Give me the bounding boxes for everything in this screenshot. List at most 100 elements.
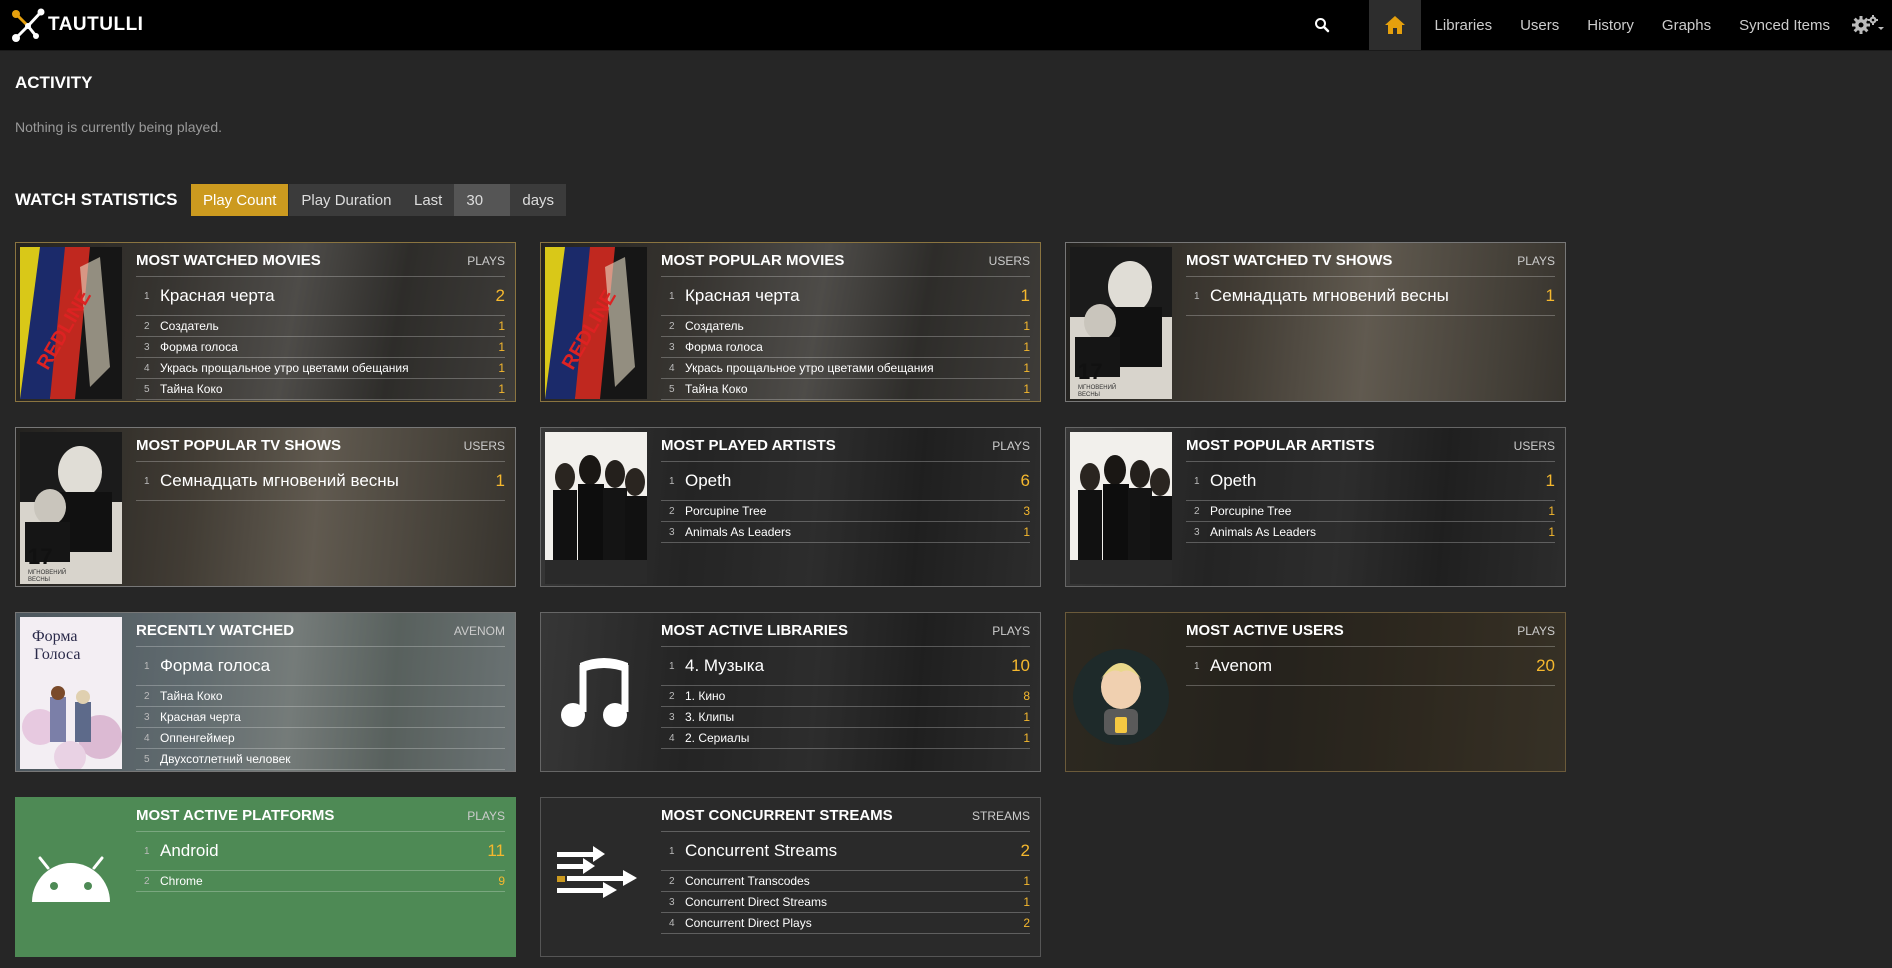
list-item[interactable]: 3 Concurrent Direct Streams 1 xyxy=(661,892,1030,913)
card-poster[interactable] xyxy=(545,802,647,954)
item-count: 3 xyxy=(1023,504,1030,518)
list-item[interactable]: 2 Porcupine Tree 1 xyxy=(1186,501,1555,522)
card-poster[interactable]: REDLINE xyxy=(20,247,122,399)
list-item-top[interactable]: 1 Opeth 1 xyxy=(1186,462,1555,501)
card-poster[interactable]: 17 МГНОВЕНИЙ ВЕСНЫ xyxy=(20,432,122,584)
stat-card[interactable]: REDLINE MOST WATCHED MOVIES PLAYS 1 Крас… xyxy=(15,242,516,402)
card-poster[interactable] xyxy=(20,802,122,954)
stat-card[interactable]: MOST ACTIVE USERS PLAYS 1 Avenom 20 xyxy=(1065,612,1566,772)
list-item[interactable]: 2 Chrome 9 xyxy=(136,871,505,892)
card-title[interactable]: MOST ACTIVE LIBRARIES xyxy=(661,622,848,639)
item-rank: 4 xyxy=(669,362,675,374)
stat-card[interactable]: MOST ACTIVE PLATFORMS PLAYS 1 Android 11… xyxy=(15,797,516,957)
card-poster[interactable] xyxy=(545,432,647,584)
card-poster[interactable] xyxy=(1070,617,1172,769)
list-item-top[interactable]: 1 Форма голоса xyxy=(136,647,505,686)
play-count-button[interactable]: Play Count xyxy=(191,184,289,216)
nav-synced-items[interactable]: Synced Items xyxy=(1725,0,1844,50)
list-item[interactable]: 3 Animals As Leaders 1 xyxy=(1186,522,1555,543)
item-count: 8 xyxy=(1023,689,1030,703)
list-item[interactable]: 2 1. Кино 8 xyxy=(661,686,1030,707)
card-title[interactable]: MOST POPULAR ARTISTS xyxy=(1186,437,1375,454)
card-unit-label: PLAYS xyxy=(467,808,505,823)
card-poster[interactable]: 17 МГНОВЕНИЙ ВЕСНЫ xyxy=(1070,247,1172,399)
svg-text:МГНОВЕНИЙ: МГНОВЕНИЙ xyxy=(28,568,66,576)
activity-empty-text: Nothing is currently being played. xyxy=(15,119,223,135)
card-poster[interactable] xyxy=(545,617,647,769)
stat-card[interactable]: 17 МГНОВЕНИЙ ВЕСНЫ MOST WATCHED TV SHOWS… xyxy=(1065,242,1566,402)
list-item[interactable]: 4 Concurrent Direct Plays 2 xyxy=(661,913,1030,934)
item-count: 1 xyxy=(1545,471,1555,490)
list-item[interactable]: 3 Форма голоса 1 xyxy=(136,337,505,358)
card-title[interactable]: MOST CONCURRENT STREAMS xyxy=(661,807,893,824)
card-title[interactable]: MOST ACTIVE PLATFORMS xyxy=(136,807,334,824)
search-button[interactable] xyxy=(1297,0,1347,50)
item-name: Укрась прощальное утро цветами обещания xyxy=(160,361,409,375)
item-count: 2 xyxy=(1023,916,1030,930)
list-item[interactable]: 4 Укрась прощальное утро цветами обещани… xyxy=(661,358,1030,379)
list-item-top[interactable]: 1 Opeth 6 xyxy=(661,462,1030,501)
list-item[interactable]: 3 Форма голоса 1 xyxy=(661,337,1030,358)
list-item[interactable]: 4 Укрась прощальное утро цветами обещани… xyxy=(136,358,505,379)
list-item-top[interactable]: 1 Android 11 xyxy=(136,832,505,871)
list-item-top[interactable]: 1 Concurrent Streams 2 xyxy=(661,832,1030,871)
list-item-top[interactable]: 1 Семнадцать мгновений весны 1 xyxy=(1186,277,1555,316)
list-item[interactable]: 3 Красная черта xyxy=(136,707,505,728)
stats-type-toggle: Play Count Play Duration xyxy=(191,184,404,216)
list-item-top[interactable]: 1 Avenom 20 xyxy=(1186,647,1555,686)
list-item-top[interactable]: 1 Красная черта 2 xyxy=(136,277,505,316)
item-name: Avenom xyxy=(1210,656,1273,675)
stat-card[interactable]: MOST POPULAR ARTISTS USERS 1 Opeth 1 2 P… xyxy=(1065,427,1566,587)
list-item[interactable]: 3 3. Клипы 1 xyxy=(661,707,1030,728)
list-item[interactable]: 2 Concurrent Transcodes 1 xyxy=(661,871,1030,892)
card-header: MOST WATCHED MOVIES PLAYS xyxy=(136,243,505,277)
nav-libraries[interactable]: Libraries xyxy=(1421,0,1507,50)
card-title[interactable]: MOST POPULAR MOVIES xyxy=(661,252,844,269)
card-title[interactable]: RECENTLY WATCHED xyxy=(136,622,294,639)
card-body: MOST ACTIVE USERS PLAYS 1 Avenom 20 xyxy=(1186,613,1555,771)
nav-users[interactable]: Users xyxy=(1506,0,1573,50)
item-rank: 2 xyxy=(669,505,675,517)
stat-card[interactable]: REDLINE MOST POPULAR MOVIES USERS 1 Крас… xyxy=(540,242,1041,402)
stat-card[interactable]: 17 МГНОВЕНИЙ ВЕСНЫ MOST POPULAR TV SHOWS… xyxy=(15,427,516,587)
list-item[interactable]: 2 Porcupine Tree 3 xyxy=(661,501,1030,522)
card-title[interactable]: MOST WATCHED MOVIES xyxy=(136,252,321,269)
list-item[interactable]: 5 Тайна Коко 1 xyxy=(661,379,1030,400)
nav-graphs[interactable]: Graphs xyxy=(1648,0,1725,50)
stat-card[interactable]: MOST PLAYED ARTISTS PLAYS 1 Opeth 6 2 Po… xyxy=(540,427,1041,587)
list-item[interactable]: 5 Тайна Коко 1 xyxy=(136,379,505,400)
card-title[interactable]: MOST ACTIVE USERS xyxy=(1186,622,1344,639)
stat-card[interactable]: MOST CONCURRENT STREAMS STREAMS 1 Concur… xyxy=(540,797,1041,957)
days-input[interactable]: 30 xyxy=(454,184,511,216)
list-item[interactable]: 2 Создатель 1 xyxy=(136,316,505,337)
card-poster[interactable]: Форма Голоса xyxy=(20,617,122,769)
list-item[interactable]: 2 Тайна Коко xyxy=(136,686,505,707)
list-item[interactable]: 3 Animals As Leaders 1 xyxy=(661,522,1030,543)
item-count: 10 xyxy=(1011,656,1030,675)
list-item-top[interactable]: 1 4. Музыка 10 xyxy=(661,647,1030,686)
list-item-top[interactable]: 1 Красная черта 1 xyxy=(661,277,1030,316)
item-name: Animals As Leaders xyxy=(1210,525,1317,539)
card-poster[interactable] xyxy=(1070,432,1172,584)
list-item-top[interactable]: 1 Семнадцать мгновений весны 1 xyxy=(136,462,505,501)
home-nav-button[interactable] xyxy=(1368,0,1421,50)
card-body: MOST POPULAR TV SHOWS USERS 1 Семнадцать… xyxy=(136,428,505,586)
nav-history[interactable]: History xyxy=(1573,0,1648,50)
card-title[interactable]: MOST PLAYED ARTISTS xyxy=(661,437,836,454)
list-item[interactable]: 4 2. Сериалы 1 xyxy=(661,728,1030,749)
item-name: Concurrent Transcodes xyxy=(685,874,810,888)
card-title[interactable]: MOST WATCHED TV SHOWS xyxy=(1186,252,1392,269)
card-poster[interactable]: REDLINE xyxy=(545,247,647,399)
list-item[interactable]: 4 Оппенгеймер xyxy=(136,728,505,749)
list-item[interactable]: 2 Создатель 1 xyxy=(661,316,1030,337)
card-title[interactable]: MOST POPULAR TV SHOWS xyxy=(136,437,341,454)
stat-card[interactable]: MOST ACTIVE LIBRARIES PLAYS 1 4. Музыка … xyxy=(540,612,1041,772)
list-item[interactable]: 5 Двухсотлетний человек xyxy=(136,749,505,770)
brand-logo[interactable]: TAUTULLI xyxy=(8,6,143,44)
item-count: 1 xyxy=(498,382,505,396)
play-duration-button[interactable]: Play Duration xyxy=(288,184,404,216)
item-name: Форма голоса xyxy=(685,340,763,354)
stat-card[interactable]: Форма Голоса RECENTLY WATCHED AVENOM 1 Ф… xyxy=(15,612,516,772)
item-rank: 2 xyxy=(669,690,675,702)
settings-menu-button[interactable] xyxy=(1844,0,1892,50)
